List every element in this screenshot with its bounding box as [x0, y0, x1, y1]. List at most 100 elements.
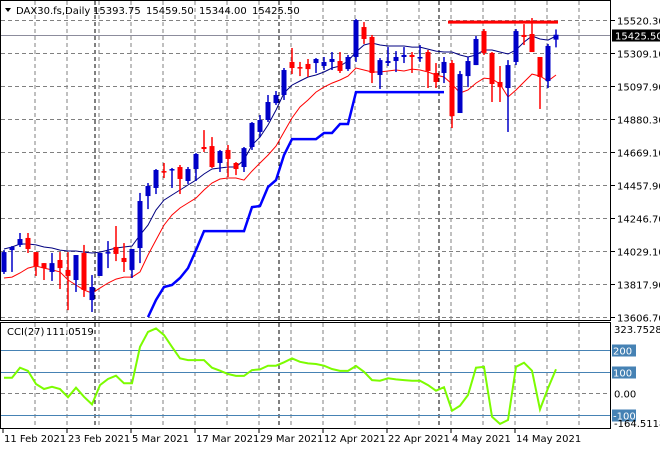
- cci-title: CCI(27): [7, 327, 45, 338]
- candle: [209, 137, 215, 168]
- candle-body: [441, 61, 447, 73]
- cci-max-label: 323.7528: [614, 325, 660, 336]
- cci-header: CCI(27) 111.0519: [7, 327, 94, 338]
- candle-body: [377, 60, 383, 75]
- candle-body: [537, 56, 543, 78]
- candle-body: [225, 149, 231, 159]
- date-label: 4 May 2021: [452, 434, 511, 445]
- candle-body: [409, 54, 415, 57]
- candle-body: [17, 239, 23, 245]
- date-label: 11 Feb 2021: [4, 434, 66, 445]
- candle-body: [449, 63, 455, 117]
- candle: [225, 144, 231, 177]
- candle-body: [385, 61, 391, 64]
- axes: 15520.30 15309.10 15097.90 14880.30 14669.10…: [2, 17, 660, 445]
- candle: [129, 248, 135, 279]
- candle-body: [49, 263, 55, 272]
- candle: [105, 241, 111, 269]
- cci-level-label: 100: [613, 369, 632, 380]
- candle: [449, 60, 455, 129]
- candle-body: [201, 147, 207, 150]
- candle-body: [161, 171, 167, 173]
- candle-body: [313, 59, 319, 64]
- candle-body: [545, 45, 551, 82]
- candle: [137, 192, 143, 264]
- candle-body: [41, 263, 47, 269]
- candle: [313, 58, 319, 73]
- candle-body: [417, 56, 423, 59]
- candle: [521, 24, 527, 46]
- candle-body: [369, 36, 375, 73]
- candle: [49, 253, 55, 281]
- candle-body: [145, 185, 151, 197]
- high-value: 15459.50: [146, 6, 194, 17]
- date-label: 5 Mar 2021: [132, 434, 189, 445]
- date-label: 23 Feb 2021: [68, 434, 130, 445]
- candle: [425, 50, 431, 89]
- candle: [57, 252, 63, 290]
- candle-body: [265, 101, 271, 120]
- open-value: 15393.75: [93, 6, 141, 17]
- candle: [321, 56, 327, 71]
- candle: [353, 18, 359, 62]
- candle: [97, 253, 103, 276]
- candle-body: [241, 148, 247, 168]
- price-tick-label: 13817.90: [617, 281, 660, 292]
- candle-body: [521, 34, 527, 37]
- candle: [305, 59, 311, 78]
- candle-body: [337, 61, 343, 71]
- candle: [537, 56, 543, 109]
- price-chart[interactable]: 15520.30 15309.10 15097.90 14880.30 14669.10…: [0, 0, 660, 450]
- candle: [145, 183, 151, 210]
- cci-level-label: 200: [613, 347, 632, 358]
- candle: [553, 29, 559, 48]
- candle-body: [233, 162, 239, 170]
- candle: [9, 246, 15, 272]
- candle-body: [497, 81, 503, 88]
- candle: [489, 52, 495, 102]
- candle-body: [353, 20, 359, 57]
- candle-body: [33, 252, 39, 267]
- candle: [169, 167, 175, 188]
- candle: [177, 165, 183, 195]
- price-tick-label: 14457.90: [617, 182, 660, 193]
- candle: [89, 275, 95, 312]
- candle-body: [9, 246, 15, 251]
- candle: [433, 63, 439, 89]
- close-value: 15425.50: [252, 6, 300, 17]
- candle-body: [529, 34, 535, 53]
- main-panel-border: [0, 0, 611, 321]
- candle-body: [457, 74, 463, 114]
- cci-panel-border: [0, 322, 611, 429]
- candle: [465, 56, 471, 88]
- chart-window: 15520.30 15309.10 15097.90 14880.30 14669.10…: [0, 0, 660, 450]
- candle-body: [473, 38, 479, 66]
- price-tick-label: 15520.30: [617, 17, 660, 28]
- candle: [113, 226, 119, 262]
- candle: [25, 232, 31, 254]
- date-label: 17 Mar 2021: [196, 434, 259, 445]
- date-label: 14 May 2021: [516, 434, 581, 445]
- candle-body: [297, 67, 303, 69]
- price-tick-label: 14029.10: [617, 248, 660, 259]
- cci-min-label: -164.5118: [614, 419, 660, 430]
- candle-body: [65, 269, 71, 276]
- candle-body: [193, 153, 199, 170]
- candle-body: [185, 169, 191, 181]
- candle-body: [281, 70, 287, 96]
- low-value: 15344.00: [199, 6, 247, 17]
- candle-body: [249, 122, 255, 148]
- candle: [249, 122, 255, 150]
- candle: [513, 29, 519, 66]
- candle-body: [169, 169, 175, 171]
- candle-body: [489, 52, 495, 84]
- cci-zero-label: 0.00: [614, 390, 636, 401]
- triangle-down-icon[interactable]: [5, 8, 11, 12]
- candle-body: [57, 259, 63, 269]
- candle: [241, 147, 247, 172]
- candle: [361, 22, 367, 44]
- candle: [481, 29, 487, 55]
- candle-body: [257, 120, 263, 132]
- chart-header: DAX30.fs,Daily 15393.75 15459.50 15344.0…: [5, 6, 300, 17]
- candle-body: [289, 61, 295, 69]
